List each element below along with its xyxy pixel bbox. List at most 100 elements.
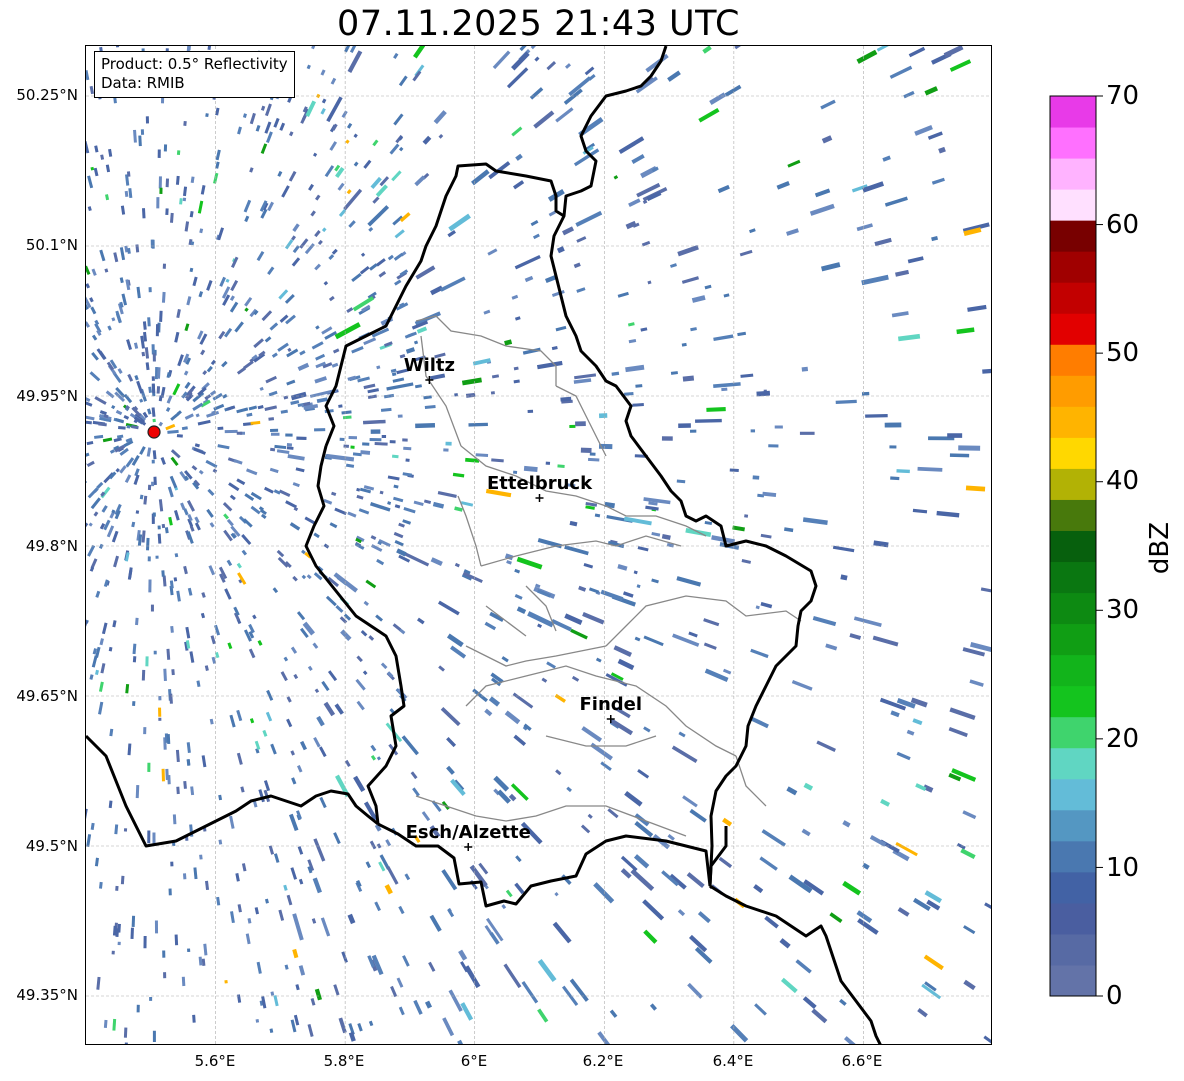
echo-cell: [86, 400, 93, 407]
echo-cell: [391, 170, 402, 182]
echo-cell: [329, 141, 338, 151]
echo-cell: [93, 511, 99, 517]
echo-cell: [389, 440, 396, 444]
echo-cell: [328, 254, 335, 260]
echo-cell: [376, 365, 381, 370]
echo-cell: [264, 898, 269, 904]
echo-cell: [86, 620, 88, 628]
echo-cell: [91, 351, 99, 361]
echo-cell: [931, 235, 939, 242]
echo-cell: [311, 46, 317, 50]
echo-cell: [779, 938, 791, 949]
echo-cell: [89, 297, 94, 303]
echo-cell: [86, 396, 91, 402]
echo-cell: [315, 353, 326, 361]
echo-cell: [285, 433, 293, 437]
echo-cell: [924, 890, 943, 904]
echo-cell: [186, 742, 191, 754]
echo-cell: [233, 458, 243, 465]
echo-cell: [293, 1014, 300, 1026]
echo-cell: [430, 557, 443, 567]
echo-cell: [704, 520, 713, 526]
echo-cell: [350, 445, 355, 449]
echo-cell: [112, 620, 117, 628]
echo-cell: [450, 645, 467, 659]
echo-cell: [329, 522, 338, 529]
echo-cell: [108, 800, 113, 809]
echo-cell: [576, 287, 586, 293]
echo-cell: [706, 406, 726, 412]
echo-cell: [111, 950, 115, 955]
echo-cell: [108, 148, 113, 157]
echo-cell: [801, 366, 809, 372]
lat-tick-label: 49.65°N: [16, 687, 78, 705]
echo-cell: [207, 46, 213, 50]
echo-cell: [205, 113, 209, 118]
echo-cell: [286, 443, 293, 447]
echo-cell: [86, 265, 91, 275]
echo-cell: [949, 59, 972, 72]
colorbar-tick-label: 20: [1106, 724, 1140, 754]
echo-cell: [534, 56, 540, 62]
echo-cell: [270, 432, 280, 436]
french-border: [709, 884, 882, 1044]
echo-cell: [224, 979, 228, 984]
echo-cell: [193, 447, 206, 455]
echo-cell: [270, 447, 276, 452]
echo-cell: [226, 559, 233, 567]
echo-cell: [811, 1008, 828, 1024]
colorbar-cell: [1050, 716, 1096, 749]
echo-cell: [136, 1004, 140, 1013]
echo-cell: [394, 279, 402, 286]
colorbar-cell: [1050, 654, 1096, 687]
echo-cell: [335, 605, 344, 613]
echo-cell: [347, 511, 357, 518]
echo-cell: [133, 129, 137, 143]
echo-cell: [640, 327, 648, 332]
echo-cell: [152, 450, 157, 460]
echo-cell: [299, 238, 309, 249]
echo-cell: [346, 189, 352, 195]
echo-cell: [314, 428, 326, 432]
echo-cell: [938, 146, 946, 154]
echo-cell: [321, 227, 327, 233]
echo-cell: [125, 457, 135, 468]
echo-cell: [555, 325, 567, 332]
echo-cell: [820, 99, 836, 110]
echo-cell: [310, 210, 316, 217]
echo-cell: [147, 762, 151, 772]
echo-cell: [914, 125, 933, 136]
echo-cell: [244, 296, 253, 307]
echo-cell: [358, 508, 370, 515]
echo-cell: [278, 489, 291, 497]
echo-cell: [268, 845, 275, 855]
echo-cell: [541, 677, 548, 683]
echo-cell: [677, 909, 686, 917]
echo-cell: [632, 403, 644, 407]
echo-cell: [125, 683, 130, 694]
echo-cell: [963, 979, 976, 991]
echo-cell: [566, 786, 572, 793]
echo-cell: [171, 669, 175, 676]
echo-cell: [271, 352, 278, 358]
echo-cell: [313, 152, 318, 157]
echo-cell: [174, 553, 179, 558]
echo-cell: [670, 263, 677, 268]
echo-cell: [432, 501, 445, 509]
echo-cell: [718, 856, 733, 869]
echo-cell: [249, 718, 255, 724]
echo-cell: [290, 646, 298, 654]
echo-cell: [537, 958, 557, 983]
echo-cell: [982, 367, 991, 374]
echo-cell: [681, 342, 687, 347]
echo-cell: [132, 656, 137, 663]
echo-cell: [145, 656, 149, 667]
echo-cell: [87, 544, 96, 557]
echo-cell: [344, 759, 351, 767]
echo-cell: [143, 936, 147, 949]
echo-cell: [174, 331, 180, 343]
radar-map[interactable]: Wiltz Ettelbruck Findel Esch/Alzette: [85, 45, 992, 1045]
echo-cell: [298, 965, 306, 976]
echo-cell: [376, 756, 382, 761]
echo-cell: [573, 262, 581, 269]
